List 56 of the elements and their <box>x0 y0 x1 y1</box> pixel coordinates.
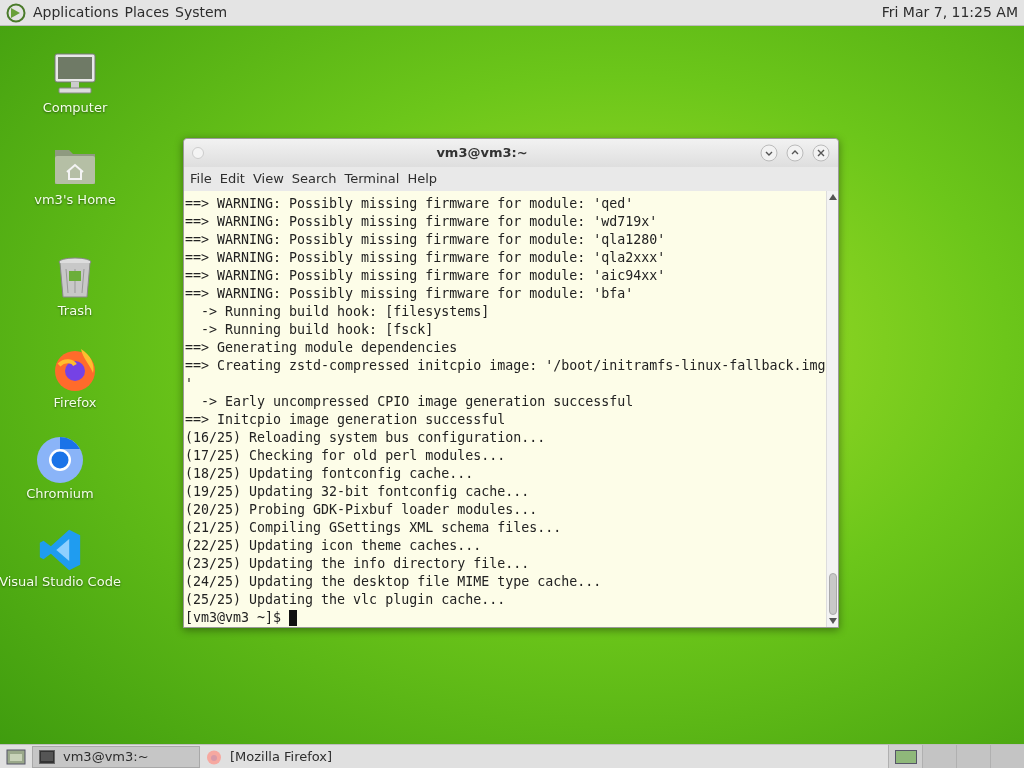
terminal-line: (21/25) Compiling GSettings XML schema files... <box>185 519 563 537</box>
terminal-line: ==> Initcpio image generation successful <box>185 411 507 429</box>
terminal-line: (19/25) Updating 32-bit fontconfig cache... <box>185 483 531 501</box>
window-title: vm3@vm3:~ <box>436 144 528 163</box>
taskbar-button[interactable]: vm3@vm3:~ <box>32 745 200 768</box>
terminal-line: (18/25) Updating fontconfig cache... <box>185 465 475 483</box>
panel-menu[interactable]: Places <box>121 2 173 23</box>
workspace-switcher-cell[interactable] <box>888 744 922 768</box>
scroll-up-arrow-icon[interactable] <box>828 193 837 201</box>
terminal-line: -> Running build hook: [filesystems] <box>200 303 491 321</box>
workspace-switcher-cell[interactable] <box>922 744 956 768</box>
scrollbar[interactable] <box>826 191 838 627</box>
terminal-line: ==> Creating zstd-compressed initcpio image: '/boot/initramfs-linux-fallback.img <box>185 357 826 375</box>
menu-item[interactable]: Search <box>287 169 341 189</box>
show-desktop-icon[interactable] <box>6 747 26 766</box>
maximize-icon[interactable] <box>786 144 804 162</box>
clock[interactable]: Fri Mar 7, 11:25 AM <box>881 2 1024 23</box>
terminal-icon <box>39 749 55 764</box>
terminal-prompt: [vm3@vm3 ~]$ <box>185 609 283 627</box>
terminal-line: ' <box>185 375 194 393</box>
menu-item[interactable]: Edit <box>215 169 249 189</box>
terminal-line: (22/25) Updating icon theme caches... <box>185 537 483 555</box>
scrollbar-thumb[interactable] <box>828 573 837 615</box>
code-editor-icon <box>38 527 82 572</box>
terminal-line: (23/25) Updating the info directory file... <box>185 555 531 573</box>
panel-menu[interactable]: Applications <box>30 2 122 23</box>
workspace-switcher-cell[interactable] <box>956 744 990 768</box>
panel-menu[interactable]: System <box>172 2 231 23</box>
terminal-line: ==> WARNING: Possibly missing firmware for module: 'qed' <box>185 195 635 213</box>
terminal-line: (20/25) Probing GDK-Pixbuf loader modules... <box>185 501 539 519</box>
workspace-switcher-cell[interactable] <box>990 744 1024 768</box>
terminal-line: (24/25) Updating the desktop file MIME type cache... <box>185 573 603 591</box>
firefox-icon <box>206 748 222 765</box>
close-icon[interactable] <box>812 144 830 162</box>
menu-item[interactable]: View <box>248 169 288 189</box>
cursor <box>289 610 298 626</box>
menu-item[interactable]: Terminal <box>340 169 404 189</box>
terminal-line: ==> Generating module dependencies <box>185 339 459 357</box>
window-thumbnail-icon <box>894 749 917 764</box>
menu-item[interactable]: File <box>186 169 216 189</box>
terminal-line: -> Early uncompressed CPIO image generation successful <box>200 393 635 411</box>
terminal-line: (16/25) Reloading system bus configuration... <box>185 429 547 447</box>
logo-icon <box>6 2 26 23</box>
menu-item[interactable]: Help <box>403 169 442 189</box>
chromium-icon <box>36 436 84 484</box>
terminal-line: ==> WARNING: Possibly missing firmware for module: 'qla1280' <box>185 231 667 249</box>
terminal-line: ==> WARNING: Possibly missing firmware for module: 'aic94xx' <box>185 267 667 285</box>
minimize-icon[interactable] <box>760 144 778 162</box>
terminal-line: ==> WARNING: Possibly missing firmware for module: 'qla2xxx' <box>185 249 667 267</box>
terminal-line: (17/25) Checking for old perl modules... <box>185 447 507 465</box>
terminal-line: -> Running build hook: [fsck] <box>200 321 435 339</box>
terminal-line: (25/25) Updating the vlc plugin cache... <box>185 591 507 609</box>
terminal-line: ==> WARNING: Possibly missing firmware for module: 'wd719x' <box>185 213 659 231</box>
terminal-line: ==> WARNING: Possibly missing firmware for module: 'bfa' <box>185 285 635 303</box>
scroll-down-arrow-icon[interactable] <box>828 617 837 625</box>
taskbar-button[interactable]: [Mozilla Firefox] <box>200 745 368 768</box>
